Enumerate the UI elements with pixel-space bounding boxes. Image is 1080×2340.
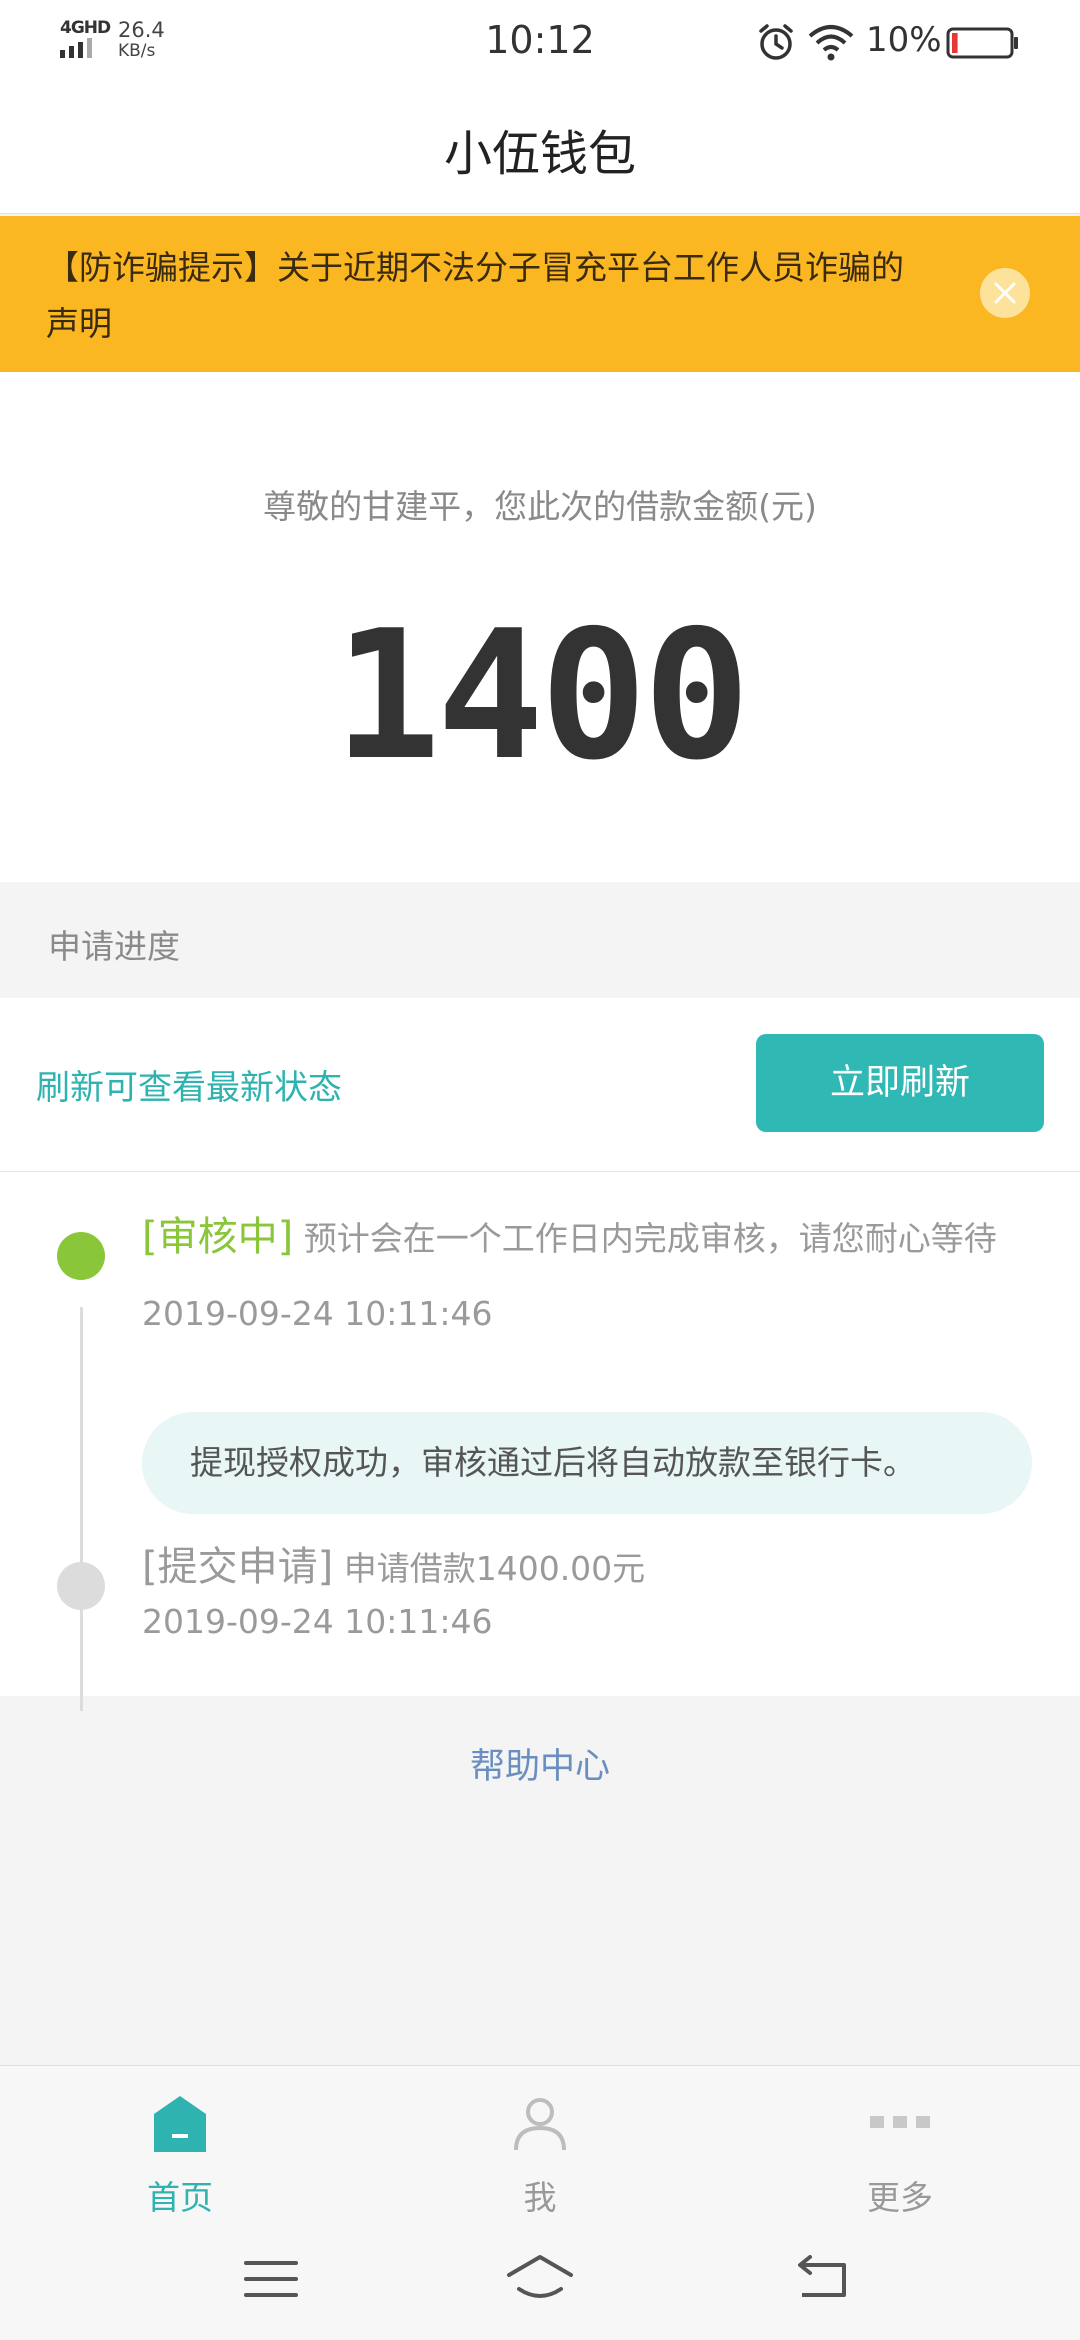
tab-me[interactable]: 我	[440, 2066, 640, 2217]
section-title: 申请进度	[48, 927, 180, 966]
step-time: 2019-09-24 10:11:46	[142, 1602, 493, 1641]
tab-home[interactable]: 首页	[80, 2066, 280, 2217]
step-time: 2019-09-24 10:11:46	[142, 1294, 493, 1333]
user-icon	[514, 2098, 566, 2151]
tab-label: 我	[523, 2178, 557, 2217]
battery-percent: 10%	[866, 20, 942, 60]
back-icon[interactable]	[788, 2251, 858, 2307]
page-title: 小伍钱包	[443, 126, 636, 182]
step-tag: [提交申请]	[142, 1544, 334, 1590]
app-header: 小伍钱包	[0, 84, 1080, 214]
help-center-link[interactable]: 帮助中心	[0, 1738, 1080, 1789]
tab-label: 更多	[867, 2178, 933, 2217]
menu-icon[interactable]	[236, 2251, 306, 2307]
refresh-row: 刷新可查看最新状态 立即刷新	[0, 998, 1080, 1172]
close-icon[interactable]	[980, 268, 1030, 318]
bottom-tab-bar: 首页 我 更多	[0, 2065, 1080, 2217]
step-desc: 预计会在一个工作日内完成审核，请您耐心等待	[293, 1219, 997, 1258]
amount-value: 1400	[333, 592, 751, 799]
timeline-line	[80, 1307, 83, 1711]
tab-more[interactable]: 更多	[800, 2066, 1000, 2217]
alarm-icon	[759, 24, 793, 60]
home-nav-icon[interactable]	[505, 2251, 575, 2307]
timeline-step-reviewing: [审核中] 预计会在一个工作日内完成审核，请您耐心等待	[142, 1208, 1042, 1268]
status-dot-inactive	[57, 1562, 105, 1610]
status-dot-active	[57, 1232, 105, 1280]
more-icon	[870, 2116, 930, 2128]
step-note: 提现授权成功，审核通过后将自动放款至银行卡。	[142, 1412, 1032, 1514]
wifi-icon	[808, 25, 854, 61]
home-icon	[154, 2096, 206, 2152]
notice-text[interactable]: 【防诈骗提示】关于近期不法分子冒充平台工作人员诈骗的声明	[46, 240, 926, 352]
step-desc: 申请借款1400.00元	[333, 1549, 646, 1588]
refresh-hint: 刷新可查看最新状态	[36, 1068, 342, 1108]
battery-icon	[946, 27, 1018, 59]
anti-fraud-notice[interactable]: 【防诈骗提示】关于近期不法分子冒充平台工作人员诈骗的声明	[0, 216, 1080, 372]
step-tag: [审核中]	[142, 1214, 294, 1260]
progress-timeline: [审核中] 预计会在一个工作日内完成审核，请您耐心等待 2019-09-24 1…	[0, 1172, 1080, 1711]
system-navigation-bar	[0, 2215, 1080, 2340]
refresh-button[interactable]: 立即刷新	[756, 1034, 1044, 1132]
progress-section-header: 申请进度	[0, 882, 1080, 998]
tab-label: 首页	[147, 2178, 213, 2217]
timeline-step-submitted: [提交申请] 申请借款1400.00元	[142, 1538, 1042, 1598]
status-bar: 4GHD 26.4 KB/s 10:12 10%	[0, 0, 1080, 84]
loan-amount-card: 尊敬的甘建平，您此次的借款金额(元) 1400	[0, 372, 1080, 882]
amount-label: 尊敬的甘建平，您此次的借款金额(元)	[263, 487, 817, 526]
